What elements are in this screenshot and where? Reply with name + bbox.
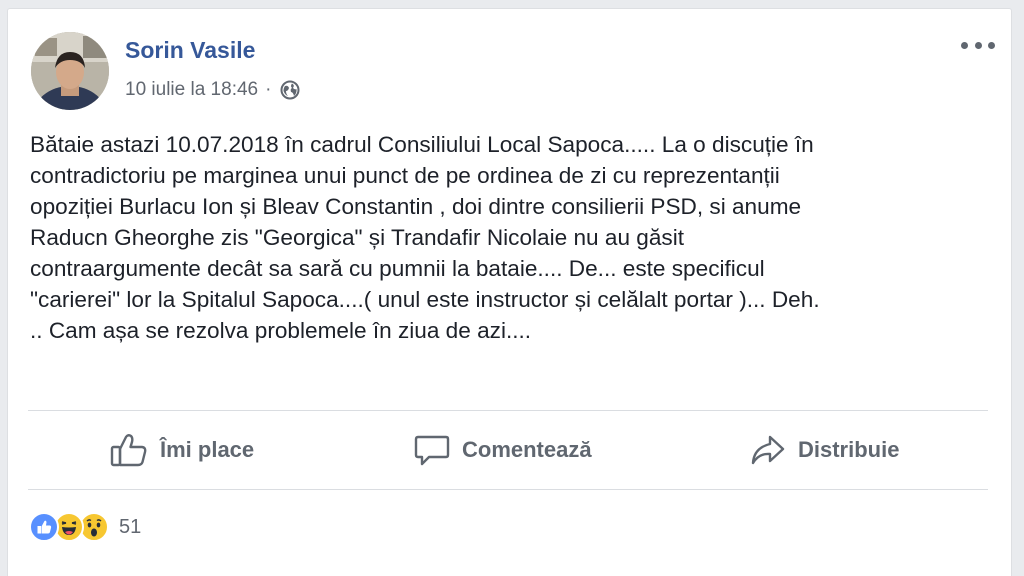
post-text-line: contraargumente decât sa sară cu pumnii …	[30, 256, 765, 281]
actions-bottom-divider	[28, 489, 988, 490]
like-reaction-icon	[29, 512, 59, 542]
comment-button[interactable]: Comentează	[414, 411, 592, 489]
globe-icon[interactable]	[280, 80, 300, 100]
dot	[974, 41, 982, 49]
dot	[988, 41, 995, 49]
more-dots-icon[interactable]	[961, 35, 995, 55]
post-text-line: Raducn Gheorghe zis "Georgica" și Tranda…	[30, 225, 685, 250]
thumbs-up-icon	[110, 434, 147, 467]
post-text-line: .. Cam așa se rezolva problemele în ziua…	[30, 318, 532, 343]
comment-label: Comentează	[462, 437, 592, 462]
share-button[interactable]: Distribuie	[750, 411, 899, 489]
post-meta: 10 iulie la 18:46 ·	[125, 79, 300, 101]
post-text-line: Bătaie astazi 10.07.2018 în cadrul Consi…	[30, 132, 814, 157]
like-label: Îmi place	[160, 437, 255, 462]
post-text-line: opoziției Burlacu Ion și Bleav Constanti…	[30, 194, 802, 219]
post-text: Bătaie astazi 10.07.2018 în cadrul Consi…	[30, 129, 998, 346]
meta-separator: ·	[265, 79, 272, 100]
post-card: Sorin Vasile 10 iulie la 18:46 · Bătaie …	[7, 8, 1012, 576]
author-name[interactable]: Sorin Vasile	[125, 37, 255, 64]
reactions-summary[interactable]: 51	[29, 512, 141, 542]
post-text-line: "carierei" lor la Spitalul Sapoca....( u…	[30, 287, 820, 312]
action-bar: Îmi place Comentează Distribuie	[28, 411, 988, 489]
timestamp-link[interactable]: 10 iulie la 18:46	[125, 79, 258, 101]
avatar[interactable]	[31, 32, 109, 110]
share-arrow-icon	[751, 435, 785, 465]
reaction-count[interactable]: 51	[119, 516, 141, 539]
dot	[961, 41, 968, 49]
comment-bubble-icon	[414, 435, 450, 466]
post-text-line: contradictoriu pe marginea unui punct de…	[30, 163, 780, 188]
share-label: Distribuie	[798, 437, 900, 462]
like-button[interactable]: Îmi place	[110, 411, 254, 489]
